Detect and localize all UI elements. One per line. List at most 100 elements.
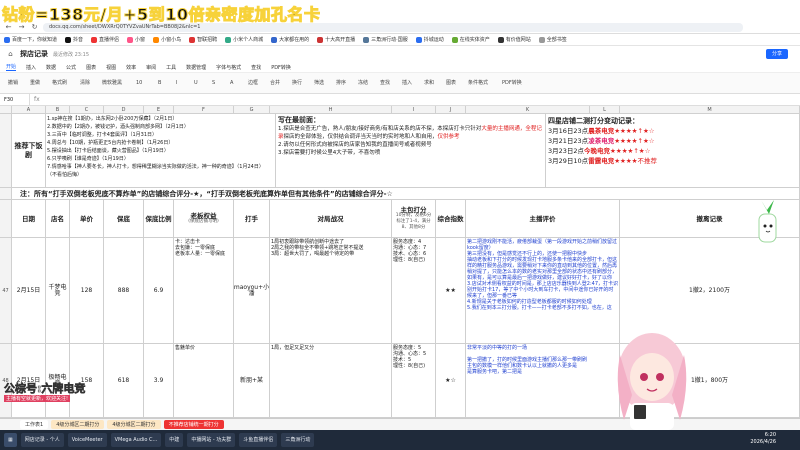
- front-notes-cell[interactable]: 写在最前面： 1.探店是合查无广告，熟人/朋友/接好商务/有和店关系的店不探，本…: [276, 114, 546, 188]
- toolbar-button[interactable]: B: [158, 77, 161, 89]
- bookmark-item[interactable]: 智联招聘: [189, 36, 217, 43]
- toolbar-button[interactable]: 边框: [248, 77, 258, 89]
- score-change-cell[interactable]: 四星店铺二测打分变动记录： 3月16日23点晨茶电竞★★★★↑★☆ 3月21日23…: [546, 114, 800, 188]
- cell-guarantee[interactable]: 888: [104, 238, 144, 344]
- cell-overall[interactable]: ★★: [436, 238, 466, 344]
- cell-ratio[interactable]: 3.9: [144, 344, 174, 418]
- cell-bag[interactable]: 服务态度：4 沟通：心态：7 技术、心态：6 理性：8(自己): [392, 238, 436, 344]
- bookmark-item[interactable]: 十大高开直播: [317, 36, 355, 43]
- header-guarantee[interactable]: 保底: [104, 200, 144, 238]
- column-header[interactable]: B: [46, 106, 70, 114]
- cell-player[interactable]: maoyou+小潘: [234, 238, 270, 344]
- column-header[interactable]: C: [70, 106, 104, 114]
- toolbar-button[interactable]: 筛选: [314, 77, 324, 89]
- bookmark-item[interactable]: 直播伴侣: [91, 36, 119, 43]
- bookmark-item[interactable]: 抖城运动: [415, 36, 444, 43]
- cell-overall[interactable]: ★☆: [436, 344, 466, 418]
- column-header[interactable]: K: [466, 106, 590, 114]
- toolbar-button[interactable]: 格式刷: [52, 77, 67, 89]
- taskbar-item[interactable]: 中建: [165, 433, 184, 447]
- toolbar-button[interactable]: 10: [136, 77, 142, 89]
- toolbar-button[interactable]: 合并: [270, 77, 280, 89]
- toolbar-button[interactable]: 清除: [80, 77, 90, 89]
- share-button[interactable]: 分享: [766, 49, 788, 59]
- toolbar-button[interactable]: 图表: [446, 77, 456, 89]
- toolbar-button[interactable]: 微软雅黑: [102, 77, 122, 89]
- taskbar-item[interactable]: 网店记录 - 个人: [20, 433, 64, 447]
- column-header[interactable]: D: [104, 106, 144, 114]
- cell-player[interactable]: 新朋+某: [234, 344, 270, 418]
- home-icon[interactable]: ⌂: [6, 50, 15, 59]
- column-header[interactable]: L: [590, 106, 620, 114]
- toolbar-button[interactable]: U: [194, 77, 198, 89]
- toolbar-button[interactable]: 撤销: [8, 77, 18, 89]
- menu-item[interactable]: 字体与格式: [216, 64, 241, 71]
- cell-date[interactable]: 2月15日: [12, 238, 46, 344]
- bookmark-item[interactable]: 有价值网站: [497, 36, 531, 43]
- column-header[interactable]: E: [144, 106, 174, 114]
- column-header[interactable]: I: [392, 106, 436, 114]
- column-header[interactable]: M: [620, 106, 800, 114]
- menu-item[interactable]: 图表: [86, 64, 96, 71]
- sheet-tab[interactable]: 工作表1: [20, 420, 49, 429]
- start-icon[interactable]: ▦: [4, 433, 17, 447]
- bookmark-item[interactable]: 全部书签: [538, 36, 567, 43]
- toolbar-button[interactable]: I: [176, 77, 177, 89]
- header-anchor[interactable]: 主播评价: [466, 200, 620, 238]
- bookmark-item[interactable]: 三角洲行动·国服: [363, 36, 408, 43]
- bookmark-item[interactable]: 抖音: [65, 36, 83, 43]
- toolbar-button[interactable]: PDF转换: [502, 77, 522, 89]
- header-bag-line[interactable]: 主包打分 10分制，及格6分 标注了1-4，满分8、其他8分: [392, 200, 436, 238]
- toolbar-button[interactable]: 重做: [30, 77, 40, 89]
- taskbar-item[interactable]: 三角洲行动: [281, 433, 315, 447]
- menu-item[interactable]: 插入: [26, 64, 36, 71]
- header-guarantee-ratio[interactable]: 保底比例: [144, 200, 174, 238]
- menu-item[interactable]: PDF转换: [271, 64, 291, 71]
- cell-ratio[interactable]: 6.9: [144, 238, 174, 344]
- menu-item[interactable]: 查找: [251, 64, 261, 71]
- toolbar-button[interactable]: 求和: [424, 77, 434, 89]
- cell-review[interactable]: 非常平淡的中等的打的一场 第一把撤了，打的时候里面游戏主播们那么那一带刷刷 主包…: [466, 344, 620, 418]
- recommend-label-cell[interactable]: 推荐下饭剧: [12, 114, 46, 188]
- menu-item[interactable]: 视图: [106, 64, 116, 71]
- column-header[interactable]: H: [270, 106, 392, 114]
- sheet-tab[interactable]: 4级分城区二期打分: [51, 420, 105, 429]
- cell-store[interactable]: 千梦电竞: [46, 238, 70, 344]
- header-date[interactable]: 日期: [12, 200, 46, 238]
- cell-bag[interactable]: 服务态度：5 沟通、心态：5 技术：5 理性：8(自己): [392, 344, 436, 418]
- sheet-tab[interactable]: 4级分城区二期打分: [107, 420, 161, 429]
- cell-battle[interactable]: 1局初衷跟踪带领航创断中途去了 2局之我的带标全不带领+跳地正常不提送 3局：超…: [270, 238, 392, 344]
- recommend-list-cell[interactable]: 1.sp神在搜【1期办，出东网2小卧200万保藏】（2月1日） 2.数据中的【2期…: [46, 114, 276, 188]
- header-player[interactable]: 打手: [234, 200, 270, 238]
- toolbar-button[interactable]: S: [212, 77, 215, 89]
- toolbar-button[interactable]: 插入: [402, 77, 412, 89]
- taskbar-item[interactable]: VMega Audio C...: [110, 433, 162, 447]
- header-battle[interactable]: 对局战况: [270, 200, 392, 238]
- cell-benefit[interactable]: 售魅单价: [174, 344, 234, 418]
- column-header[interactable]: A: [12, 106, 46, 114]
- header-overall[interactable]: 综合指数: [436, 200, 466, 238]
- note-line-cell[interactable]: 注：所有“打手双倒老板兜底不算炸单”的店铺综合评分-★，“打手双倒老板兜底算炸单…: [12, 188, 800, 200]
- doc-title[interactable]: 探店记录: [20, 49, 48, 59]
- cell-guarantee[interactable]: 618: [104, 344, 144, 418]
- menu-item[interactable]: 审阅: [146, 64, 156, 71]
- menu-item[interactable]: 公式: [66, 64, 76, 71]
- column-header[interactable]: F: [174, 106, 234, 114]
- bookmark-item[interactable]: 百度一下，你就知道: [4, 36, 57, 43]
- corner-cell[interactable]: [0, 106, 12, 114]
- taskbar-item[interactable]: 斗鱼直播伴侣: [239, 433, 278, 447]
- cell-benefit[interactable]: 卡：达击卡 去包嫌：一零保底 老板本人量：一零保底: [174, 238, 234, 344]
- cell-battle[interactable]: 1局，但足又足又分: [270, 344, 392, 418]
- cell-review[interactable]: 第二把游戏刚不能活，疲倦部裁蛋（第一段游戏开始之前稍们放留过kook留度） 第三…: [466, 238, 620, 344]
- menu-item[interactable]: 开始: [6, 63, 17, 71]
- column-header[interactable]: G: [234, 106, 270, 114]
- header-price[interactable]: 单价: [70, 200, 104, 238]
- bookmark-item[interactable]: 小米个人商城: [225, 36, 263, 43]
- menu-item[interactable]: 效率: [126, 64, 136, 71]
- bookmark-item[interactable]: 大家都在用的: [271, 36, 309, 43]
- header-boss-benefit[interactable]: 老板权益 (保底店铺写明): [174, 200, 234, 238]
- toolbar-button[interactable]: 排序: [336, 77, 346, 89]
- toolbar-button[interactable]: A: [230, 77, 233, 89]
- toolbar-button[interactable]: 查找: [380, 77, 390, 89]
- taskbar-item[interactable]: 中播网站 - 功夫群: [187, 433, 236, 447]
